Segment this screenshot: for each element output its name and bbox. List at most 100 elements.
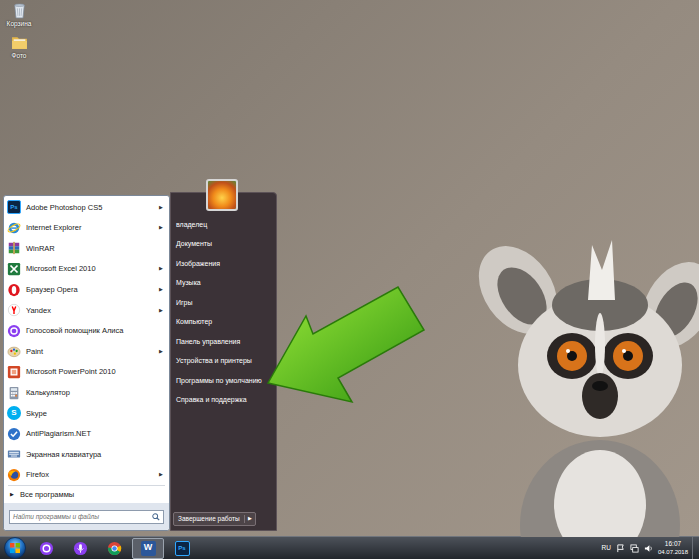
desktop-icon-label: Фото [12, 51, 27, 60]
place-item[interactable]: Справка и поддержка [171, 391, 276, 411]
program-item[interactable]: Paint ▶ [4, 341, 169, 362]
place-label: Игры [176, 298, 193, 309]
submenu-arrow: ▶ [159, 307, 166, 315]
desktop-icons: Корзина Фото [0, 0, 38, 62]
system-tray: RU 16:0704.07.2018 [602, 540, 692, 556]
program-label: Internet Explorer [26, 222, 154, 233]
program-item[interactable]: PsAdobe Photoshop CS5▶ [4, 197, 169, 218]
desktop-screen: КорзинаФотоPsAdobe Photoshop CS5▶Interne… [0, 0, 699, 559]
winrar-icon [7, 241, 21, 255]
search-area: Найти программы и файлы [4, 503, 169, 530]
program-item[interactable]: S Skype [4, 403, 169, 424]
all-programs-arrow: ▶ [10, 491, 14, 499]
language-indicator[interactable]: RU [602, 543, 611, 553]
programs-panel: PsAdobe Photoshop CS5▶Internet Explorer▶… [3, 195, 170, 531]
place-item[interactable]: Программы по умолчанию [171, 371, 276, 391]
program-item[interactable]: WinRAR [4, 238, 169, 259]
folder-icon [11, 34, 28, 51]
program-item[interactable]: Internet Explorer▶ [4, 218, 169, 239]
taskbar-button[interactable] [98, 538, 130, 559]
show-desktop-button[interactable] [692, 537, 699, 559]
place-label: Панель управления [176, 337, 240, 348]
submenu-arrow: ▶ [159, 348, 166, 356]
program-label: Skype [26, 408, 166, 419]
photoshop-icon: Ps [175, 541, 190, 556]
program-label: Yandex [26, 305, 154, 316]
program-item[interactable]: Голосовой помощник Алиса [4, 321, 169, 342]
clock-time: 16:07 [665, 540, 681, 548]
search-box[interactable]: Найти программы и файлы [9, 510, 164, 524]
place-label: Музыка [176, 278, 201, 289]
places-panel: владелец Документы Изображения Музыка Игры Ко… [170, 192, 277, 531]
all-programs[interactable]: ▶ Все программы [4, 486, 169, 503]
recycle-bin-icon [11, 2, 28, 19]
keyboard-icon [7, 447, 21, 461]
start-button[interactable] [3, 537, 27, 559]
program-label: Голосовой помощник Алиса [26, 325, 166, 336]
program-item[interactable]: Microsoft PowerPoint 2010 [4, 362, 169, 383]
place-label: Программы по умолчанию [176, 376, 262, 387]
taskbar-button[interactable]: W [132, 538, 164, 559]
green-arrow-icon [0, 0, 699, 537]
internet-explorer-icon [7, 221, 21, 235]
desktop: КорзинаФотоPsAdobe Photoshop CS5▶Interne… [0, 0, 699, 536]
program-item[interactable]: Microsoft Excel 2010▶ [4, 259, 169, 280]
network-icon[interactable] [630, 544, 639, 553]
clock[interactable]: 16:0704.07.2018 [658, 540, 688, 556]
place-label: владелец [176, 220, 207, 231]
submenu-arrow: ▶ [159, 286, 166, 294]
program-item[interactable]: Firefox▶ [4, 465, 169, 486]
place-label: Устройства и принтеры [176, 356, 252, 367]
all-programs-label: Все программы [20, 489, 74, 500]
alice-icon [7, 324, 21, 338]
program-label: Экранная клавиатура [26, 449, 166, 460]
word-icon: W [141, 541, 156, 556]
opera-icon [7, 283, 21, 297]
skype-icon: S [7, 406, 21, 420]
program-label: Paint [26, 346, 154, 357]
program-label: WinRAR [26, 243, 166, 254]
desktop-icon[interactable]: Корзина [2, 2, 36, 28]
program-label: Браузер Opera [26, 284, 154, 295]
alice-icon [39, 541, 54, 556]
place-item[interactable]: Музыка [171, 274, 276, 294]
desktop-icon-label: Корзина [7, 19, 32, 28]
program-label: Microsoft PowerPoint 2010 [26, 366, 166, 377]
shutdown-button[interactable]: Завершение работы▶ [173, 512, 256, 526]
place-item[interactable]: Компьютер [171, 313, 276, 333]
excel-icon [7, 262, 21, 276]
start-menu: PsAdobe Photoshop CS5▶Internet Explorer▶… [3, 192, 277, 531]
speaker-icon[interactable] [644, 544, 653, 553]
place-item[interactable]: владелец [171, 215, 276, 235]
magnifier-icon [152, 513, 160, 521]
program-label: AntiPlagiarism.NET [26, 428, 166, 439]
place-item[interactable]: Документы [171, 235, 276, 255]
program-item[interactable]: Браузер Opera ▶ [4, 279, 169, 300]
program-label: Microsoft Excel 2010 [26, 263, 154, 274]
program-item[interactable]: AntiPlagiarism.NET [4, 424, 169, 445]
submenu-arrow: ▶ [159, 204, 166, 212]
place-item[interactable]: Панель управления [171, 332, 276, 352]
program-item[interactable]: Экранная клавиатура [4, 444, 169, 465]
pinned-apps: W Ps [30, 538, 198, 559]
taskbar-button[interactable] [30, 538, 62, 559]
shutdown-arrow[interactable]: ▶ [244, 515, 255, 523]
programs-list: PsAdobe Photoshop CS5▶Internet Explorer▶… [4, 196, 169, 485]
taskbar-button[interactable] [64, 538, 96, 559]
photoshop-icon: Ps [7, 200, 21, 214]
place-label: Изображения [176, 259, 220, 270]
taskbar: W Ps RU 16:0704.07.2018 [0, 536, 699, 559]
paint-icon [7, 344, 21, 358]
user-picture[interactable] [206, 179, 238, 211]
program-item[interactable]: Калькулятор [4, 382, 169, 403]
place-item[interactable]: Изображения [171, 254, 276, 274]
search-placeholder: Найти программы и файлы [13, 512, 152, 522]
desktop-icon[interactable]: Фото [2, 34, 36, 60]
place-item[interactable]: Игры [171, 293, 276, 313]
program-label: Калькулятор [26, 387, 166, 398]
taskbar-button[interactable]: Ps [166, 538, 198, 559]
place-item[interactable]: Устройства и принтеры [171, 352, 276, 372]
place-label: Документы [176, 239, 212, 250]
flag-icon[interactable] [616, 544, 625, 553]
program-item[interactable]: Yandex ▶ [4, 300, 169, 321]
